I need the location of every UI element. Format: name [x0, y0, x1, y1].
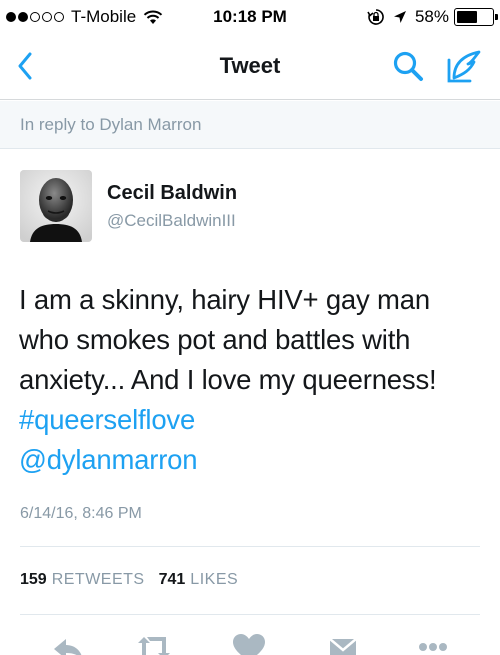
mention-link[interactable]: @dylanmarron [19, 440, 489, 480]
tweet-text-line: I am a skinny, hairy HIV+ gay man [19, 284, 430, 315]
divider [20, 546, 480, 547]
author-name[interactable]: Cecil Baldwin [107, 182, 237, 205]
status-bar: T-Mobile 10:18 PM 58% [0, 0, 500, 34]
retweet-count[interactable]: 159 [20, 571, 47, 589]
tweet-text-line: who smokes pot and battles with [19, 324, 411, 355]
retweet-icon[interactable] [134, 633, 174, 655]
like-heart-icon[interactable] [229, 633, 269, 655]
rotation-lock-icon [367, 9, 384, 25]
tweet-action-bar [0, 630, 500, 655]
reply-context-banner[interactable]: In reply to Dylan Marron [0, 101, 500, 149]
status-right: 58% [367, 7, 498, 27]
tweet-timestamp: 6/14/16, 8:46 PM [20, 505, 142, 522]
avatar-photo [20, 170, 92, 242]
nav-bar: Tweet [0, 34, 500, 100]
divider [20, 614, 480, 615]
battery-icon [454, 8, 498, 26]
reply-icon[interactable] [48, 633, 88, 655]
tweet-stats: 159 RETWEETS 741 LIKES [20, 571, 252, 589]
more-dots-icon[interactable] [413, 633, 453, 655]
like-label[interactable]: LIKES [190, 571, 238, 589]
search-icon[interactable] [392, 50, 424, 82]
retweet-label[interactable]: RETWEETS [52, 571, 145, 589]
avatar[interactable] [20, 170, 92, 242]
battery-tip [495, 14, 498, 20]
tweet-text: I am a skinny, hairy HIV+ gay man who sm… [19, 280, 489, 480]
location-arrow-icon [393, 11, 406, 23]
page-title: Tweet [219, 53, 281, 78]
compose-icon[interactable] [446, 48, 484, 84]
battery-percent: 58% [414, 7, 449, 26]
tweet-text-line: anxiety... And I love my queerness! [19, 364, 437, 395]
battery-fill [457, 11, 477, 23]
reply-context-text: In reply to Dylan Marron [20, 115, 202, 134]
hashtag-link[interactable]: #queerselflove [19, 400, 489, 440]
like-count[interactable]: 741 [159, 571, 186, 589]
author-handle[interactable]: @CecilBaldwinIII [107, 211, 236, 231]
message-envelope-icon[interactable] [323, 633, 363, 655]
